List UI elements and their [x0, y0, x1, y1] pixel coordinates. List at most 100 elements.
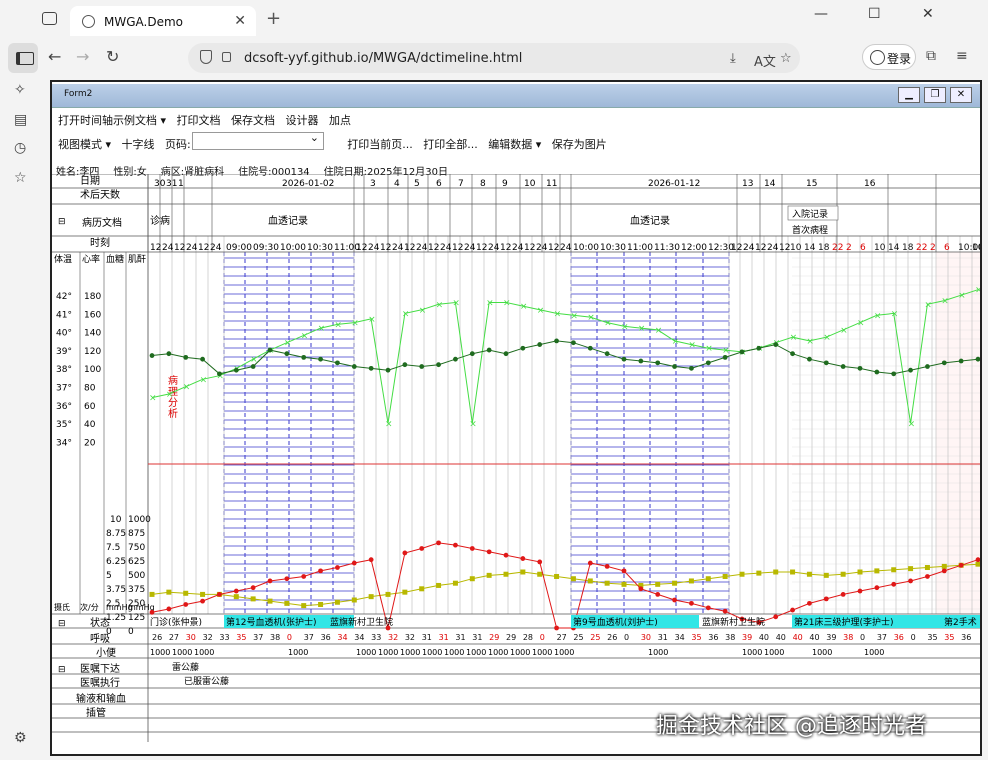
creatinine-point — [318, 601, 324, 607]
time-cell: 12 — [500, 243, 511, 253]
creatinine-point — [183, 590, 189, 596]
heart-rate-point: × — [722, 346, 730, 356]
download-icon[interactable]: ⤓ — [730, 51, 736, 66]
creatinine-point — [351, 597, 357, 603]
edit-data-menu[interactable]: 编辑数据 ▾ — [488, 138, 541, 151]
time-cell: 12 — [452, 243, 463, 253]
resp-value: 40 — [793, 633, 803, 642]
temperature-point — [469, 351, 475, 357]
login-button[interactable]: 登录 — [862, 44, 916, 70]
resp-value: 33 — [219, 633, 229, 642]
sidebar-toggle-icon[interactable] — [8, 43, 38, 73]
menu-add-point[interactable]: 加点 — [329, 114, 351, 127]
favorites-icon[interactable]: ☆ — [14, 170, 27, 186]
collections-icon[interactable]: ▤ — [14, 112, 27, 128]
creatinine-point — [419, 586, 425, 592]
temperature-point — [368, 365, 374, 371]
forward-icon[interactable]: → — [76, 47, 89, 66]
heart-rate-point: × — [166, 390, 174, 400]
menu-save-doc[interactable]: 保存文档 — [231, 114, 275, 127]
temperature-point — [554, 338, 559, 344]
resp-value: 38 — [270, 633, 280, 642]
active-tab[interactable]: MWGA.Demo ✕ — [70, 6, 256, 36]
blood-sugar-point — [689, 600, 694, 606]
refresh-icon[interactable]: ↻ — [106, 47, 119, 66]
settings-gear-icon[interactable]: ⚙ — [14, 730, 27, 746]
translate-icon[interactable]: A文 — [754, 51, 776, 70]
print-all-button[interactable]: 打印全部... — [423, 138, 478, 151]
copilot-icon[interactable]: ✧ — [14, 82, 26, 98]
timeline-svg[interactable]: 日期术后天数病历文档时刻状态呼吸小便医嘱下达医嘱执行输液和输血插管⊟⊟⊟体温 心率… — [52, 173, 988, 742]
window-restore-button[interactable]: ❐ — [924, 87, 946, 103]
time-cell: 6 — [860, 243, 866, 253]
temperature-point — [672, 364, 677, 369]
resp-value: 29 — [489, 633, 499, 642]
blood-sugar-point — [402, 550, 408, 556]
window-title: Form2 — [64, 89, 93, 99]
creat-axis-title: 肌酐 — [128, 254, 146, 265]
heart-rate-point: × — [520, 302, 528, 312]
history-icon[interactable]: ◷ — [14, 140, 26, 156]
creatinine-point — [857, 569, 863, 575]
print-current-button[interactable]: 打印当前页... — [347, 138, 413, 151]
tab-actions-icon[interactable] — [42, 12, 57, 25]
timeline-grid[interactable]: 日期 术后天数 病历文档 时刻 状态 呼吸 小便 医嘱下达 医嘱执行 输液和输血 插管 ⊟ ⊟ ⊟ 体温 心率… — [52, 173, 988, 742]
date-cell: 30 — [154, 179, 166, 189]
menu-icon[interactable]: ≡ — [956, 48, 968, 64]
hr-tick: 120 — [84, 347, 101, 357]
close-window-icon[interactable]: ✕ — [922, 6, 934, 22]
temperature-point — [419, 364, 425, 369]
menu-open-sample[interactable]: 打开时间轴示例文档 ▾ — [58, 114, 166, 127]
temp-tick: 38° — [56, 365, 72, 375]
minimize-icon[interactable]: — — [814, 6, 828, 22]
date-cell: 6 — [436, 179, 442, 189]
heart-rate-point: × — [705, 344, 713, 354]
heart-rate-point: × — [301, 331, 309, 341]
temperature-point — [486, 347, 492, 353]
blood-sugar-point — [857, 588, 863, 594]
temp-tick: 41° — [56, 310, 72, 320]
extensions-icon[interactable]: ⧉ — [926, 48, 936, 64]
address-bar[interactable]: dcsoft-yyf.github.io/MWGA/dctimeline.htm… — [188, 43, 800, 73]
temperature-point — [402, 362, 408, 368]
blood-sugar-point — [284, 576, 290, 582]
hr-tick: 80 — [84, 384, 96, 394]
maximize-icon[interactable]: ☐ — [868, 6, 881, 22]
creatinine-point — [452, 580, 458, 586]
new-tab-icon[interactable]: + — [266, 8, 281, 29]
time-cell: 22 — [916, 243, 927, 253]
temperature-point — [183, 354, 189, 360]
blood-sugar-point — [655, 592, 661, 597]
creatinine-point — [840, 571, 846, 577]
page-code-select[interactable] — [192, 131, 324, 150]
hd1-time: 09:30 — [253, 243, 279, 253]
time-cell: 14 — [888, 243, 900, 253]
temp-tick: 40° — [56, 329, 72, 339]
save-image-button[interactable]: 保存为图片 — [552, 138, 607, 151]
row-label-date: 日期 — [80, 175, 100, 187]
status-5: 蓝旗新村卫生院 — [702, 616, 765, 628]
temperature-point — [318, 356, 323, 362]
window-close-button[interactable]: ✕ — [950, 87, 972, 103]
menu-designer[interactable]: 设计器 — [286, 114, 319, 127]
temperature-point — [840, 364, 846, 369]
menu-print-doc[interactable]: 打印文档 — [177, 114, 221, 127]
window-minimize-button[interactable]: ▁ — [898, 87, 920, 103]
creatinine-point — [520, 569, 526, 575]
heart-rate-point: × — [537, 306, 545, 316]
urine-value: 1000 — [466, 648, 486, 657]
creat-tick: 875 — [128, 529, 145, 539]
shield-icon — [200, 50, 212, 64]
urine-value: 1000 — [194, 648, 214, 657]
view-mode-menu[interactable]: 视图模式 ▾ — [58, 138, 111, 151]
creatinine-point — [368, 594, 374, 600]
crosshair-button[interactable]: 十字线 — [122, 138, 155, 151]
back-icon[interactable]: ← — [48, 47, 61, 66]
favorite-star-icon[interactable]: ☆ — [780, 51, 792, 66]
heart-rate-point: × — [924, 300, 932, 310]
creatinine-point — [402, 589, 408, 595]
temperature-point — [790, 351, 795, 357]
blood-sugar-point — [823, 596, 829, 602]
heart-rate-point: × — [958, 291, 966, 301]
close-tab-icon[interactable]: ✕ — [234, 13, 246, 29]
